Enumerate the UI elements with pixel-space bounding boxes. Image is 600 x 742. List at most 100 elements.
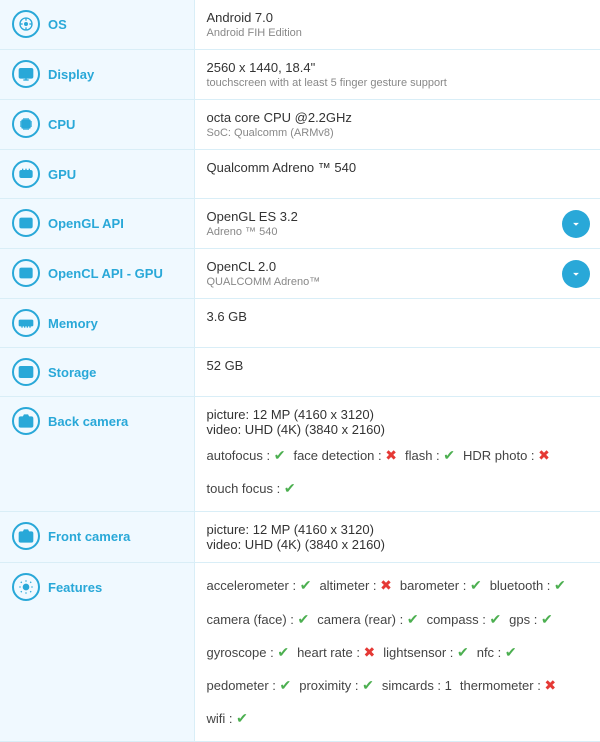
label-frontcamera: Front camera [0,512,194,563]
opencl-icon [12,259,40,287]
backcamera-video: video: UHD (4K) (3840 x 2160) [207,422,589,437]
features-label: Features [48,580,102,595]
value-backcamera: picture: 12 MP (4160 x 3120) video: UHD … [194,397,600,512]
feature-item: touch focus : ✔ [207,476,296,501]
label-display: Display [0,50,194,100]
os-icon [12,10,40,38]
os-sub: Android FIH Edition [207,27,589,39]
row-display: Display 2560 x 1440, 18.4" touchscreen w… [0,50,600,100]
value-os: Android 7.0 Android FIH Edition [194,0,600,50]
backcamera-label: Back camera [48,414,128,429]
opencl-expand-button[interactable] [562,260,590,288]
feature-item: lightsensor : ✔ [383,640,468,665]
cross-icon: ✖ [380,577,392,593]
os-main: Android 7.0 [207,10,589,25]
label-opengl: OpenGL API [0,199,194,249]
opengl-label: OpenGL API [48,216,124,231]
cross-icon: ✖ [364,644,376,660]
feature-item: simcards : 1 [382,674,452,697]
feature-item: proximity : ✔ [299,673,374,698]
check-icon: ✔ [470,577,482,593]
row-frontcamera: Front camera picture: 12 MP (4160 x 3120… [0,512,600,563]
row-memory: Memory 3.6 GB [0,299,600,348]
value-gpu: Qualcomm Adreno ™ 540 [194,150,600,199]
frontcamera-icon [12,522,40,550]
os-label: OS [48,17,67,32]
feature-item: camera (rear) : ✔ [317,607,418,632]
backcamera-features-line1: autofocus : ✔ face detection : ✖ flash : ✔… [207,443,589,468]
features-line: accelerometer : ✔ altimeter : ✖ barometer … [207,573,589,598]
features-line: gyroscope : ✔ heart rate : ✖ lightsensor :… [207,640,589,665]
value-opengl: OpenGL ES 3.2 Adreno ™ 540 [194,199,600,249]
feature-item: autofocus : ✔ [207,443,286,468]
feature-item: HDR photo : ✖ [463,443,550,468]
cross-icon: ✖ [385,447,397,463]
value-memory: 3.6 GB [194,299,600,348]
check-icon: ✔ [541,611,553,627]
backcamera-icon [12,407,40,435]
row-storage: Storage 52 GB [0,348,600,397]
label-gpu: GPU [0,150,194,199]
frontcamera-picture: picture: 12 MP (4160 x 3120) [207,522,589,537]
cross-icon: ✖ [544,677,556,693]
label-cpu: CPU [0,100,194,150]
check-icon: ✔ [443,447,455,463]
row-cpu: CPU octa core CPU @2.2GHz SoC: Qualcomm … [0,100,600,150]
storage-label: Storage [48,365,96,380]
features-icon [12,573,40,601]
feature-item: face detection : ✖ [293,443,397,468]
check-icon: ✔ [298,611,310,627]
row-gpu: GPU Qualcomm Adreno ™ 540 [0,150,600,199]
features-line: camera (face) : ✔ camera (rear) : ✔ compas… [207,607,589,632]
feature-item: nfc : ✔ [477,640,517,665]
value-storage: 52 GB [194,348,600,397]
value-features: accelerometer : ✔ altimeter : ✖ barometer … [194,563,600,742]
row-opencl: OpenCL API - GPU OpenCL 2.0 QUALCOMM Adr… [0,249,600,299]
feature-item: thermometer : ✖ [460,673,556,698]
label-opencl: OpenCL API - GPU [0,249,194,299]
value-opencl: OpenCL 2.0 QUALCOMM Adreno™ [194,249,600,299]
check-icon: ✔ [362,677,374,693]
cpu-icon [12,110,40,138]
check-icon: ✔ [489,611,501,627]
check-icon: ✔ [457,644,469,660]
opengl-expand-button[interactable] [562,210,590,238]
check-icon: ✔ [505,644,517,660]
spec-table: OS Android 7.0 Android FIH Edition Displ… [0,0,600,742]
opengl-icon [12,209,40,237]
memory-icon [12,309,40,337]
check-icon: ✔ [274,447,286,463]
features-line: pedometer : ✔ proximity : ✔ simcards : 1 th… [207,673,589,698]
value-frontcamera: picture: 12 MP (4160 x 3120) video: UHD … [194,512,600,563]
label-os: OS [0,0,194,50]
display-label: Display [48,67,94,82]
value-display: 2560 x 1440, 18.4" touchscreen with at l… [194,50,600,100]
feature-item: flash : ✔ [405,443,455,468]
feature-item: gps : ✔ [509,607,553,632]
feature-item: camera (face) : ✔ [207,607,310,632]
label-backcamera: Back camera [0,397,194,512]
check-icon: ✔ [300,577,312,593]
memory-label: Memory [48,316,98,331]
feature-item: accelerometer : ✔ [207,573,312,598]
feature-item: pedometer : ✔ [207,673,292,698]
cpu-label: CPU [48,117,75,132]
feature-item: compass : ✔ [427,607,502,632]
storage-icon [12,358,40,386]
cross-icon: ✖ [538,447,550,463]
gpu-label: GPU [48,167,76,182]
feature-item: heart rate : ✖ [297,640,375,665]
backcamera-picture: picture: 12 MP (4160 x 3120) [207,407,589,422]
row-backcamera: Back camera picture: 12 MP (4160 x 3120)… [0,397,600,512]
label-memory: Memory [0,299,194,348]
check-icon: ✔ [236,710,248,726]
features-line: wifi : ✔ [207,706,589,731]
feature-item: bluetooth : ✔ [490,573,566,598]
row-os: OS Android 7.0 Android FIH Edition [0,0,600,50]
gpu-icon [12,160,40,188]
feature-item: gyroscope : ✔ [207,640,290,665]
feature-item: altimeter : ✖ [319,573,391,598]
feature-item: barometer : ✔ [400,573,482,598]
row-opengl: OpenGL API OpenGL ES 3.2 Adreno ™ 540 [0,199,600,249]
check-icon: ✔ [554,577,566,593]
